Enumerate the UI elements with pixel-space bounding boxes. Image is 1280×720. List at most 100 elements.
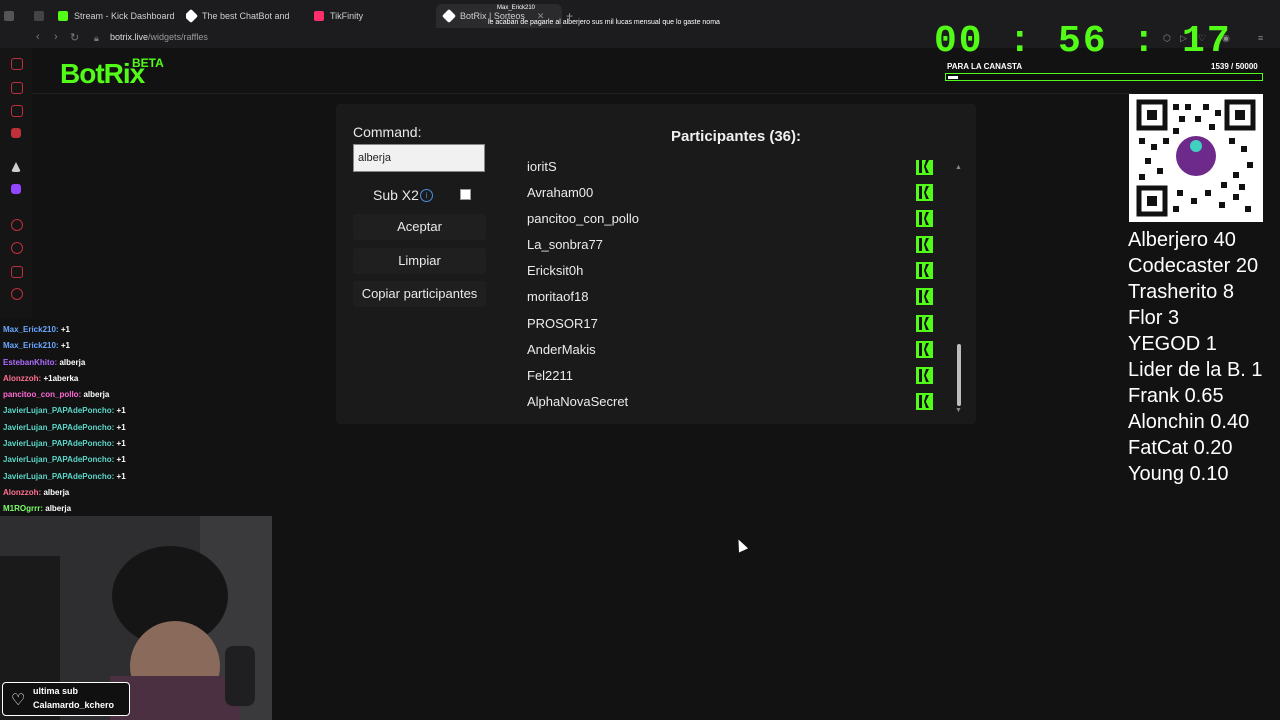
- kick-icon: [916, 160, 933, 175]
- kick-icon: [916, 393, 933, 410]
- donor-entry: Alberjero 40: [1128, 229, 1236, 251]
- forward-icon[interactable]: ›: [54, 31, 58, 43]
- countdown-timer: 00 : 56 : 17: [934, 20, 1232, 63]
- participant-name: La_sonbra77: [527, 237, 603, 252]
- last-sub-box: ♡ ultima sub Calamardo_kchero: [2, 682, 130, 716]
- donor-entry: Alonchin 0.40: [1128, 411, 1250, 433]
- copy-participants-button[interactable]: Copiar participantes: [353, 281, 486, 307]
- tab-kick-dashboard[interactable]: Stream - Kick Dashboard: [58, 6, 178, 26]
- command-label: Command:: [353, 124, 422, 140]
- browser-sidebar: [0, 48, 32, 318]
- url-field[interactable]: botrix.live/widgets/raffles: [110, 32, 208, 42]
- clear-button[interactable]: Limpiar: [353, 248, 486, 274]
- chat-text: alberja: [59, 357, 86, 367]
- browser-menu-icon[interactable]: [4, 6, 14, 26]
- tab-label: TikFinity: [330, 11, 364, 21]
- donor-entry: FatCat 0.20: [1128, 437, 1233, 459]
- chat-text: +1: [116, 406, 126, 416]
- tab-label: The best ChatBot and: [202, 11, 290, 21]
- command-input[interactable]: [353, 144, 485, 172]
- goal-progress-fill: [948, 76, 958, 79]
- donor-entry: YEGOD 1: [1128, 333, 1217, 355]
- tab-tikfinity[interactable]: TikFinity: [314, 6, 414, 26]
- chat-username: Max_Erick210:: [3, 325, 59, 334]
- chat-text: alberja: [43, 487, 70, 497]
- back-icon[interactable]: ‹: [36, 31, 40, 43]
- info-icon[interactable]: i: [420, 189, 433, 202]
- chat-text: alberja: [83, 390, 110, 400]
- kick-icon: [58, 11, 68, 21]
- chat-message: Alonzzoh: alberja: [3, 485, 263, 501]
- participant-name: Ericksit0h: [527, 263, 584, 278]
- heart-icon: ♡: [11, 692, 26, 709]
- chat-text: +1: [60, 341, 70, 351]
- header-divider: [32, 93, 1132, 94]
- donor-entry: Young 0.10: [1128, 463, 1229, 485]
- chat-text: +1: [116, 439, 126, 449]
- chat-username: JavierLujan_PAPAdePoncho:: [3, 471, 115, 481]
- chat-message: EstebanKhito: alberja: [3, 355, 263, 371]
- goal-progress-bar: [945, 73, 1263, 81]
- notification-text: le acaban de pagarle al alberjero sus mi…: [488, 19, 720, 26]
- list-item: ioritS: [510, 160, 940, 181]
- chat-message: Max_Erick210: +1: [3, 322, 263, 338]
- notification-user: Max_Erick210: [497, 5, 536, 11]
- tikfinity-icon: [314, 11, 324, 21]
- scrollbar-thumb[interactable]: [957, 344, 961, 406]
- donor-entry: Trasherito 8: [1128, 281, 1234, 303]
- reload-icon[interactable]: ↻: [70, 31, 79, 44]
- sub-x2-checkbox[interactable]: [460, 189, 471, 200]
- chat-text: +1aberka: [43, 373, 79, 383]
- botrix-icon: [186, 8, 199, 24]
- sidebar-icon-8[interactable]: [11, 242, 23, 254]
- list-item: AnderMakis: [510, 338, 940, 364]
- kick-icon: [916, 315, 933, 332]
- kick-icon: [916, 367, 933, 384]
- participant-name: ioritS: [527, 160, 557, 174]
- goal-label: PARA LA CANASTA: [947, 62, 1023, 71]
- last-sub-title: ultima sub: [33, 686, 79, 696]
- chat-text: +1: [116, 455, 126, 465]
- sidebar-icon-9[interactable]: [11, 266, 23, 278]
- mouse-cursor-icon: [733, 537, 749, 553]
- chat-text: alberja: [45, 504, 72, 514]
- chat-message: pancitoo_con_pollo: alberja: [3, 387, 263, 403]
- lock-icon: 🔒︎: [94, 33, 99, 43]
- sidebar-icon-1[interactable]: [11, 58, 23, 70]
- kick-icon: [916, 184, 933, 201]
- sidebar-icon-3[interactable]: [11, 105, 23, 117]
- kick-icon: [916, 288, 933, 305]
- donor-entry: Frank 0.65: [1128, 385, 1224, 407]
- sidebar-icon-5[interactable]: [11, 162, 21, 172]
- chat-username: JavierLujan_PAPAdePoncho:: [3, 439, 115, 449]
- sidebar-icon-2[interactable]: [11, 82, 23, 94]
- chat-message: Alonzzoh: +1aberka: [3, 371, 263, 387]
- participant-name: AnderMakis: [527, 342, 596, 357]
- scroll-up-arrow[interactable]: ▲: [955, 164, 962, 171]
- kick-icon: [916, 210, 933, 227]
- donor-entry: Lider de la B. 1: [1128, 359, 1263, 381]
- chat-username: Alonzzoh:: [3, 487, 42, 497]
- list-item: AlphaNovaSecret: [510, 390, 940, 416]
- twitch-icon[interactable]: [11, 184, 21, 194]
- chat-username: JavierLujan_PAPAdePoncho:: [3, 422, 115, 432]
- chat-message: JavierLujan_PAPAdePoncho: +1: [3, 403, 263, 419]
- chat-username: EstebanKhito:: [3, 357, 58, 367]
- participant-name: Avraham00: [527, 185, 594, 200]
- accept-button[interactable]: Aceptar: [353, 214, 486, 240]
- sidebar-icon-7[interactable]: [11, 219, 23, 231]
- participants-list[interactable]: ioritS Avraham00 pancitoo_con_pollo La_s…: [510, 160, 950, 416]
- sidebar-icon-4[interactable]: [11, 128, 21, 138]
- settings-icon[interactable]: [11, 288, 23, 300]
- tab-chatbot[interactable]: The best ChatBot and: [186, 6, 302, 26]
- chat-username: Max_Erick210:: [3, 341, 59, 351]
- chat-username: Alonzzoh:: [3, 373, 42, 383]
- participants-title: Participantes (36):: [670, 128, 802, 145]
- chat-message: JavierLujan_PAPAdePoncho: +1: [3, 420, 263, 436]
- scroll-down-arrow[interactable]: ▼: [955, 407, 962, 414]
- list-item: PROSOR17: [510, 312, 940, 338]
- participant-name: PROSOR17: [527, 316, 598, 331]
- menu-icon[interactable]: ≡: [1258, 33, 1268, 43]
- chat-overlay: Max_Erick210: +1 Max_Erick210: +1 EstebanK…: [3, 322, 263, 518]
- tab-grid-icon[interactable]: [34, 6, 44, 26]
